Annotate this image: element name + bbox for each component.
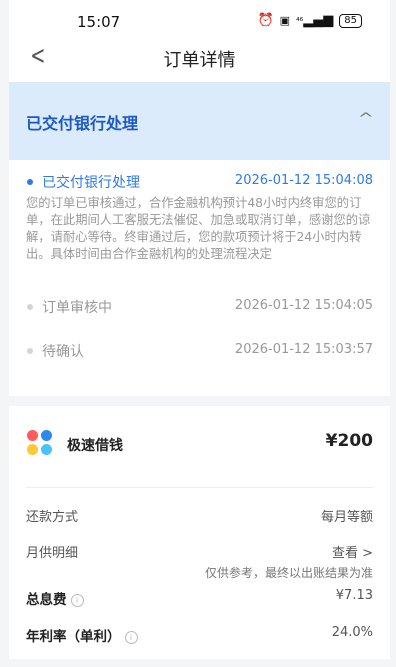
battery-icon: 85 [339, 13, 362, 28]
section-divider [9, 396, 390, 406]
order-status-title: 已交付银行处理 [26, 114, 139, 133]
monthly-detail-note: 仅供参考，最终以出账结果为准 [204, 566, 373, 580]
app-screen: 15:07 ⏰ ▣ ⁴⁶▂▄▆ 85 < 订单详情 已交付银行处理 ^ 已交付银… [9, 0, 390, 667]
timeline-time: 2026-01-12 15:03:57 [234, 342, 373, 357]
chevron-up-icon[interactable]: ^ [358, 111, 374, 127]
product-row: 极速借钱 ¥200 [9, 424, 390, 468]
interest-value: ¥7.13 [335, 588, 373, 603]
annual-rate-value: 24.0% [331, 625, 373, 640]
timeline-label: 订单审核中 [42, 300, 112, 316]
chevron-right-icon: > [362, 546, 373, 561]
loan-amount: ¥200 [325, 431, 373, 451]
monthly-detail-label: 月供明细 [26, 546, 79, 561]
timeline-dot-icon [27, 304, 33, 310]
timeline-dot-icon [27, 179, 33, 185]
nfc-icon: ▣ [279, 14, 291, 27]
product-name: 极速借钱 [67, 438, 123, 454]
nav-bar: < 订单详情 [9, 40, 390, 76]
timeline-time: 2026-01-12 15:04:08 [234, 173, 373, 188]
repay-method-label: 还款方式 [26, 510, 79, 525]
annual-rate-label: 年利率（单利） i [26, 625, 138, 645]
network-type: ⁴⁶ [296, 17, 304, 27]
info-icon[interactable]: i [124, 631, 138, 644]
divider [26, 487, 373, 488]
interest-label-text: 总息费 [26, 592, 67, 608]
bottom-divider [9, 659, 390, 667]
info-icon[interactable]: i [70, 594, 84, 607]
timeline-description: 您的订单已审核通过，合作金融机构预计48小时内终审您的订单，在此期间人工客服无法… [26, 196, 371, 261]
timeline-label: 待确认 [42, 344, 84, 360]
alarm-icon: ⏰ [257, 13, 274, 28]
interest-label: 总息费 i [26, 588, 84, 608]
status-time: 15:07 [77, 13, 121, 31]
status-bar: 15:07 ⏰ ▣ ⁴⁶▂▄▆ 85 [9, 0, 390, 40]
timeline-label: 已交付银行处理 [42, 175, 140, 191]
product-logo-icon [27, 430, 53, 456]
battery-level: 85 [344, 14, 357, 26]
monthly-detail-link[interactable]: 查看 > [332, 542, 373, 561]
timeline-time: 2026-01-12 15:04:05 [234, 298, 373, 313]
page-title: 订单详情 [163, 50, 236, 71]
view-link-label: 查看 [331, 546, 358, 561]
timeline-dot-icon [27, 348, 33, 354]
signal-icon: ⁴⁶▂▄▆ [296, 13, 334, 28]
annual-rate-label-text: 年利率（单利） [26, 629, 121, 645]
order-status-panel[interactable]: 已交付银行处理 ^ [9, 82, 390, 160]
repay-method-value: 每月等额 [320, 510, 373, 525]
status-icons: ⏰ ▣ ⁴⁶▂▄▆ 85 [257, 13, 362, 28]
